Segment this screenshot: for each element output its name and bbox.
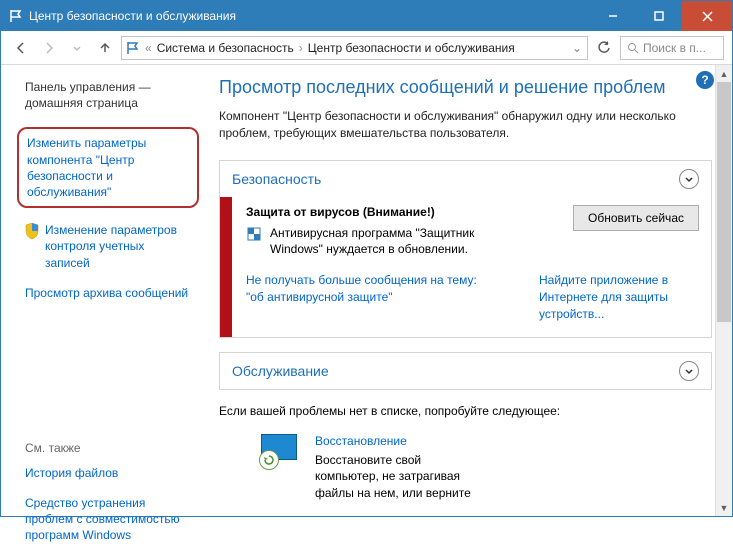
search-input[interactable]: Поиск в п... bbox=[620, 36, 724, 60]
intro-text: Компонент "Центр безопасности и обслужив… bbox=[219, 108, 726, 142]
maintenance-section: Обслуживание bbox=[219, 352, 712, 390]
scrollbar-thumb[interactable] bbox=[717, 82, 731, 322]
up-button[interactable] bbox=[93, 36, 117, 60]
vertical-scrollbar[interactable]: ▲ ▼ bbox=[715, 65, 732, 516]
flag-icon bbox=[126, 41, 140, 55]
recovery-link[interactable]: Восстановление bbox=[315, 434, 475, 448]
turn-off-messages-link[interactable]: Не получать больше сообщения на тему: "о… bbox=[246, 272, 496, 322]
uac-settings-link[interactable]: Изменение параметров контроля учетных за… bbox=[45, 222, 191, 271]
maximize-button[interactable] bbox=[636, 1, 682, 31]
chevron-right-icon: › bbox=[299, 41, 303, 55]
search-placeholder: Поиск в п... bbox=[643, 41, 706, 55]
search-icon bbox=[627, 42, 639, 54]
chevron-down-icon[interactable] bbox=[679, 361, 699, 381]
alert-title: Защита от вирусов (Внимание!) bbox=[246, 205, 506, 219]
defender-shield-icon bbox=[246, 226, 262, 242]
shield-icon bbox=[25, 223, 39, 285]
recovery-description: Восстановите свой компьютер, не затрагив… bbox=[315, 452, 475, 502]
file-history-link[interactable]: История файлов bbox=[25, 465, 191, 481]
refresh-button[interactable] bbox=[592, 36, 616, 60]
chevron-down-icon[interactable] bbox=[679, 169, 699, 189]
address-bar[interactable]: « Система и безопасность › Центр безопас… bbox=[121, 36, 588, 60]
chevron-down-icon[interactable]: ⌄ bbox=[572, 41, 582, 55]
close-button[interactable] bbox=[682, 1, 732, 31]
maintenance-title: Обслуживание bbox=[232, 363, 329, 379]
security-section: Безопасность Защита от вирусов (Внимание… bbox=[219, 160, 712, 338]
scroll-up-button[interactable]: ▲ bbox=[716, 65, 732, 82]
suggestion-text: Если вашей проблемы нет в списке, попроб… bbox=[219, 404, 726, 418]
breadcrumb-separator: « bbox=[145, 41, 152, 55]
window-title: Центр безопасности и обслуживания bbox=[29, 9, 590, 23]
message-archive-link[interactable]: Просмотр архива сообщений bbox=[25, 285, 191, 301]
page-title: Просмотр последних сообщений и решение п… bbox=[219, 77, 726, 98]
breadcrumb-item[interactable]: Центр безопасности и обслуживания bbox=[308, 41, 515, 55]
help-button[interactable]: ? bbox=[696, 71, 714, 89]
change-settings-link[interactable]: Изменить параметры компонента "Центр без… bbox=[27, 135, 189, 200]
recovery-icon bbox=[259, 434, 299, 470]
security-header[interactable]: Безопасность bbox=[220, 161, 711, 197]
forward-button[interactable] bbox=[37, 36, 61, 60]
breadcrumb-item[interactable]: Система и безопасность bbox=[157, 41, 294, 55]
back-button[interactable] bbox=[9, 36, 33, 60]
alert-description: Антивирусная программа "Защитник Windows… bbox=[270, 225, 506, 259]
find-app-link[interactable]: Найдите приложение в Интернете для защит… bbox=[539, 272, 699, 322]
alert-severity-bar bbox=[220, 197, 232, 337]
flag-icon bbox=[9, 9, 23, 23]
maintenance-header[interactable]: Обслуживание bbox=[220, 353, 711, 389]
minimize-button[interactable] bbox=[590, 1, 636, 31]
scroll-down-button[interactable]: ▼ bbox=[716, 499, 732, 516]
update-now-button[interactable]: Обновить сейчас bbox=[573, 205, 699, 231]
compatibility-troubleshoot-link[interactable]: Средство устранения проблем с совместимо… bbox=[25, 495, 191, 544]
recent-dropdown[interactable] bbox=[65, 36, 89, 60]
see-also-label: См. также bbox=[25, 441, 191, 455]
control-panel-home-link[interactable]: Панель управления — домашняя страница bbox=[25, 79, 191, 111]
security-title: Безопасность bbox=[232, 171, 321, 187]
